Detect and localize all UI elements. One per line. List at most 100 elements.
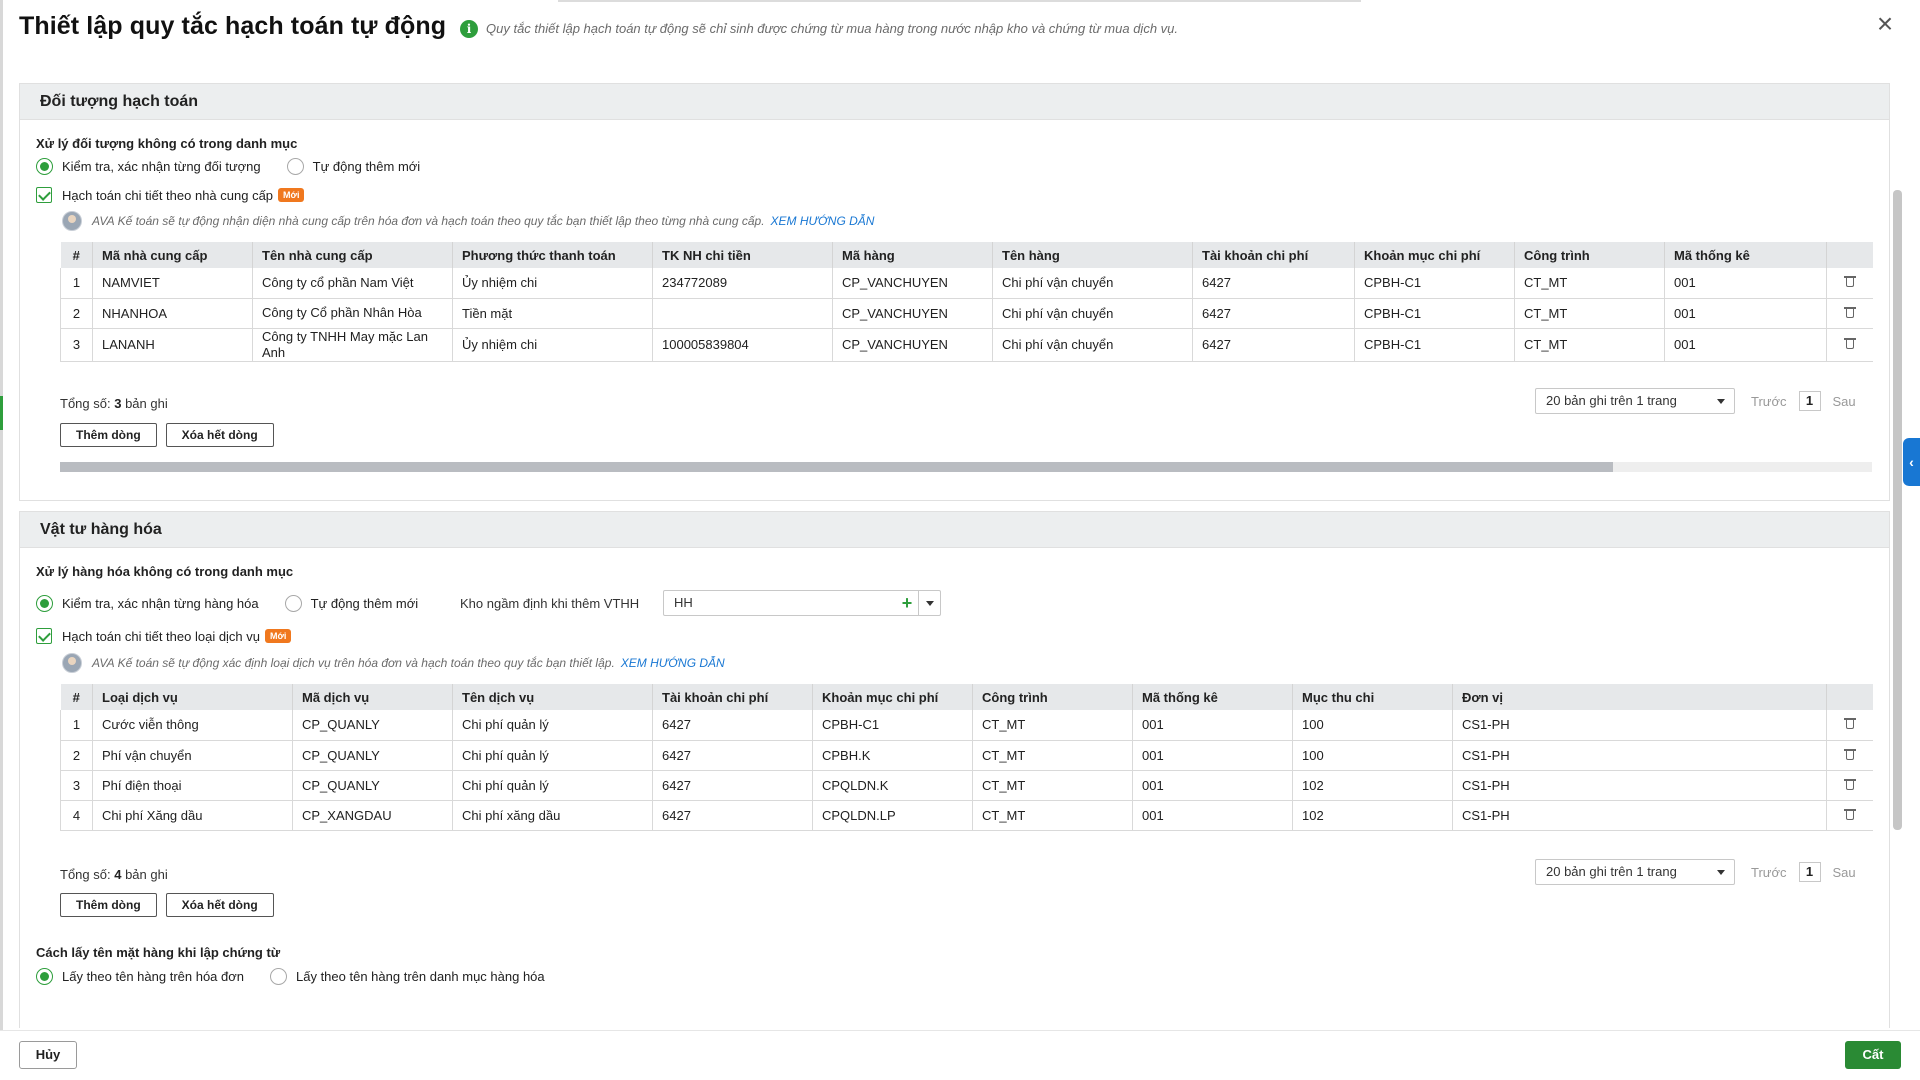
table-cell[interactable]: CT_MT — [1514, 268, 1665, 299]
warehouse-value[interactable]: HH — [664, 591, 896, 615]
clear-rows-button[interactable]: Xóa hết dòng — [165, 893, 274, 917]
table-cell[interactable]: 001 — [1664, 268, 1827, 299]
table-cell[interactable]: 6427 — [1192, 298, 1355, 329]
table-cell[interactable]: CPBH-C1 — [812, 710, 973, 741]
clear-rows-button[interactable]: Xóa hết dòng — [165, 423, 274, 447]
table-row[interactable]: 2 NHANHOA Công ty Cổ phần Nhân Hòa Tiền mặt… — [60, 298, 1873, 329]
table-cell[interactable]: CT_MT — [1514, 328, 1665, 362]
table-cell[interactable]: NHANHOA — [92, 298, 253, 329]
trash-icon[interactable] — [1843, 716, 1856, 730]
guide-link[interactable]: XEM HƯỚNG DẪN — [771, 214, 875, 228]
table-cell[interactable]: CS1-PH — [1452, 770, 1827, 801]
table-cell[interactable]: CPBH-C1 — [1354, 268, 1515, 299]
table-cell[interactable]: CS1-PH — [1452, 740, 1827, 771]
table-cell[interactable]: NAMVIET — [92, 268, 253, 299]
table-cell[interactable]: Công ty cổ phần Nam Việt — [252, 268, 453, 299]
table-cell[interactable]: Chi phí xăng dầu — [452, 800, 653, 831]
radio-auto-add[interactable]: Tự động thêm mới — [284, 595, 418, 612]
detail-by-supplier-checkbox-row[interactable]: Hạch toán chi tiết theo nhà cung cấp Mới — [36, 187, 305, 203]
table-cell[interactable]: CPQLDN.LP — [812, 800, 973, 831]
table-cell[interactable]: Phí điện thoại — [92, 770, 293, 801]
table-cell[interactable]: CT_MT — [972, 740, 1133, 771]
trash-icon[interactable] — [1843, 274, 1856, 288]
table-cell[interactable]: Công ty Cổ phần Nhân Hòa — [252, 298, 453, 329]
page-number[interactable]: 1 — [1798, 391, 1821, 411]
chevron-down-icon[interactable] — [918, 591, 940, 615]
radio-auto-add[interactable]: Tự động thêm mới — [286, 158, 420, 175]
detail-by-service-checkbox-row[interactable]: Hạch toán chi tiết theo loại dịch vụ Mới — [36, 628, 292, 644]
page-number[interactable]: 1 — [1798, 862, 1821, 882]
checkbox[interactable] — [36, 187, 52, 203]
table-cell[interactable]: 100005839804 — [652, 328, 833, 362]
table-cell[interactable]: 2 — [60, 740, 93, 771]
table-cell[interactable]: 3 — [60, 328, 93, 362]
table-row[interactable]: 1 Cước viễn thông CP_QUANLY Chi phí quản lý… — [60, 710, 1873, 741]
table-cell[interactable]: CP_QUANLY — [292, 770, 453, 801]
prev-page-button[interactable]: Trước — [1751, 394, 1787, 409]
close-icon[interactable]: × — [1872, 10, 1898, 38]
table-row[interactable]: 3 Phí điện thoại CP_QUANLY Chi phí quản lý 6… — [60, 770, 1873, 801]
table-cell[interactable]: CP_VANCHUYEN — [832, 328, 993, 362]
radio-name-from-catalog[interactable]: Lấy theo tên hàng trên danh mục hàng hóa — [270, 968, 545, 985]
table-cell[interactable]: 100 — [1292, 710, 1453, 741]
checkbox[interactable] — [36, 628, 52, 644]
table-cell[interactable]: CT_MT — [972, 800, 1133, 831]
table-cell[interactable]: CP_VANCHUYEN — [832, 298, 993, 329]
add-row-button[interactable]: Thêm dòng — [60, 423, 157, 447]
table-cell[interactable]: 6427 — [652, 740, 813, 771]
table-row[interactable]: 1 NAMVIET Công ty cổ phần Nam Việt Ủy nhiệm… — [60, 268, 1873, 299]
next-page-button[interactable]: Sau — [1833, 865, 1856, 880]
table-cell[interactable]: 3 — [60, 770, 93, 801]
dialog-content[interactable]: Đối tượng hạch toán Xử lý đối tượng khôn… — [0, 60, 1900, 1028]
table-cell[interactable]: 001 — [1132, 740, 1293, 771]
table-cell[interactable]: Chi phí quản lý — [452, 770, 653, 801]
radio-check-each-object[interactable]: Kiểm tra, xác nhận từng đối tượng — [36, 158, 261, 175]
add-icon[interactable]: + — [896, 591, 918, 615]
table-cell[interactable]: 6427 — [652, 710, 813, 741]
table-cell[interactable]: 6427 — [652, 800, 813, 831]
table-row[interactable]: 3 LANANH Công ty TNHH May mặc Lan Anh Ủy nh… — [60, 328, 1873, 362]
page-size-select[interactable]: 20 bản ghi trên 1 trang — [1535, 388, 1735, 414]
horizontal-scrollbar[interactable] — [60, 462, 1872, 472]
collapse-panel-chevron-left-icon[interactable]: ‹ — [1903, 438, 1920, 486]
trash-icon[interactable] — [1843, 305, 1856, 319]
table-cell[interactable]: CP_QUANLY — [292, 740, 453, 771]
page-size-select[interactable]: 20 bản ghi trên 1 trang — [1535, 859, 1735, 885]
guide-link[interactable]: XEM HƯỚNG DẪN — [621, 656, 725, 670]
table-cell[interactable]: 234772089 — [652, 268, 833, 299]
table-cell[interactable]: Chi phí quản lý — [452, 740, 653, 771]
table-cell[interactable]: Ủy nhiệm chi — [452, 268, 653, 299]
table-cell[interactable]: CPBH-C1 — [1354, 298, 1515, 329]
table-cell[interactable]: Chi phí vận chuyển — [992, 268, 1193, 299]
table-cell[interactable]: CT_MT — [1514, 298, 1665, 329]
table-cell[interactable]: 6427 — [1192, 328, 1355, 362]
table-cell[interactable]: Phí vận chuyển — [92, 740, 293, 771]
table-cell[interactable]: Chi phí vận chuyển — [992, 328, 1193, 362]
table-cell[interactable]: 001 — [1132, 710, 1293, 741]
table-cell[interactable]: Chi phí quản lý — [452, 710, 653, 741]
table-cell[interactable]: 001 — [1132, 770, 1293, 801]
table-cell[interactable]: CP_XANGDAU — [292, 800, 453, 831]
table-cell[interactable]: Công ty TNHH May mặc Lan Anh — [252, 328, 453, 362]
table-cell[interactable]: 100 — [1292, 740, 1453, 771]
add-row-button[interactable]: Thêm dòng — [60, 893, 157, 917]
table-cell[interactable]: 102 — [1292, 800, 1453, 831]
trash-icon[interactable] — [1843, 747, 1856, 761]
cancel-button[interactable]: Hủy — [19, 1041, 77, 1069]
trash-icon[interactable] — [1843, 777, 1856, 791]
radio-check-each-item[interactable]: Kiểm tra, xác nhận từng hàng hóa — [36, 595, 259, 612]
trash-icon[interactable] — [1843, 336, 1856, 350]
table-cell[interactable]: CT_MT — [972, 710, 1133, 741]
table-cell[interactable]: CP_QUANLY — [292, 710, 453, 741]
table-row[interactable]: 2 Phí vận chuyển CP_QUANLY Chi phí quản lý 6… — [60, 740, 1873, 771]
table-cell[interactable]: 001 — [1664, 298, 1827, 329]
save-button[interactable]: Cất — [1845, 1041, 1901, 1069]
table-cell[interactable]: 1 — [60, 710, 93, 741]
table-cell[interactable]: 001 — [1664, 328, 1827, 362]
table-cell[interactable]: CP_VANCHUYEN — [832, 268, 993, 299]
table-cell[interactable]: CS1-PH — [1452, 710, 1827, 741]
vertical-scrollbar-thumb[interactable] — [1893, 190, 1902, 830]
table-cell[interactable]: Chi phí vận chuyển — [992, 298, 1193, 329]
table-cell[interactable]: 6427 — [652, 770, 813, 801]
next-page-button[interactable]: Sau — [1833, 394, 1856, 409]
